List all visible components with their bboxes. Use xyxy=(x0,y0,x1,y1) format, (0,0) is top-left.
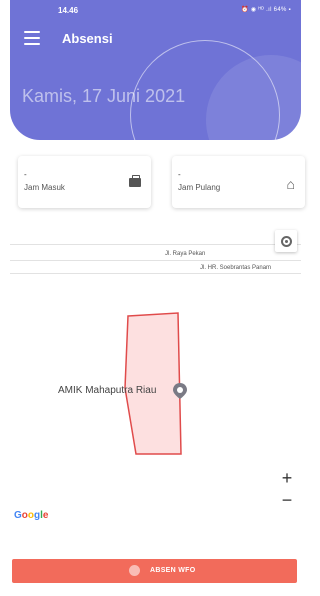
location-pin-icon[interactable] xyxy=(173,383,187,399)
header: 14.46 ⏰ ◉ ᴴᴰ .ıl 64% ▪ Absensi Kamis, 17… xyxy=(10,0,301,140)
menu-icon[interactable] xyxy=(24,31,40,45)
home-icon: ⌂ xyxy=(286,176,295,192)
status-bar: 14.46 ⏰ ◉ ᴴᴰ .ıl 64% ▪ xyxy=(10,0,301,22)
app-bar: Absensi xyxy=(10,22,301,56)
date-label: Kamis, 17 Juni 2021 xyxy=(22,86,186,106)
jam-pulang-card[interactable]: - Jam Pulang ⌂ xyxy=(172,156,305,208)
absen-wfo-button[interactable]: ABSEN WFO xyxy=(12,559,297,583)
zoom-in-button[interactable]: + xyxy=(277,468,297,489)
jam-pulang-value: - xyxy=(178,170,181,179)
place-label: AMIK Mahaputra Riau xyxy=(58,385,157,396)
google-logo: Google xyxy=(14,510,49,521)
briefcase-icon xyxy=(129,175,141,187)
circle-icon xyxy=(129,565,140,576)
absen-wfo-label: ABSEN WFO xyxy=(150,567,196,574)
jam-masuk-card[interactable]: - Jam Masuk xyxy=(18,156,151,208)
campus-area-polygon xyxy=(124,312,182,455)
jam-masuk-label: Jam Masuk xyxy=(24,183,65,192)
page-title: Absensi xyxy=(62,31,113,46)
jam-masuk-value: - xyxy=(24,170,27,179)
status-icons: ⏰ ◉ ᴴᴰ .ıl 64% ▪ xyxy=(241,7,291,13)
zoom-out-button[interactable]: − xyxy=(277,490,297,511)
status-time: 14.46 xyxy=(58,6,79,15)
jam-pulang-label: Jam Pulang xyxy=(178,183,221,192)
map-view[interactable]: Jl. Raya Pekan Jl. HR. Soebrantas Panam … xyxy=(10,218,301,548)
